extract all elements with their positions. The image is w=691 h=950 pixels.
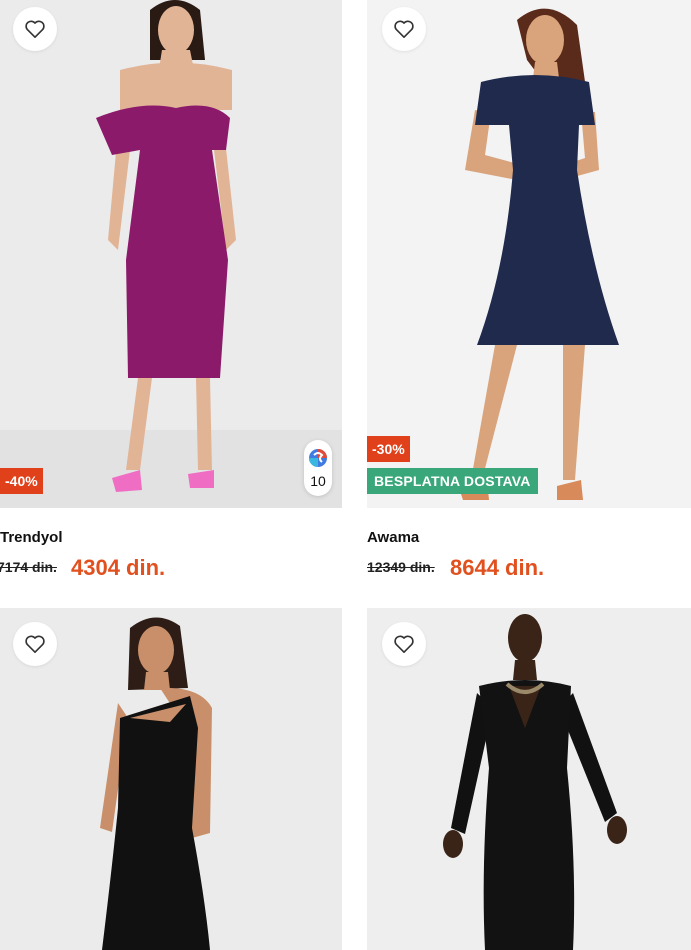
- discount-badge: -40%: [0, 468, 43, 494]
- heart-icon: [394, 635, 414, 653]
- favorite-button[interactable]: [13, 7, 57, 51]
- variants-button[interactable]: 10: [304, 440, 332, 496]
- product-brand[interactable]: Awama: [367, 529, 419, 546]
- old-price: 7174 din.: [0, 559, 57, 575]
- product-brand[interactable]: Trendyol: [0, 529, 63, 546]
- product-card[interactable]: -30% BESPLATNA DOSTAVA Awama 12349 din. …: [367, 0, 691, 600]
- favorite-button[interactable]: [382, 7, 426, 51]
- product-image[interactable]: [0, 608, 342, 950]
- product-image[interactable]: [367, 0, 691, 508]
- favorite-button[interactable]: [13, 622, 57, 666]
- heart-icon: [394, 20, 414, 38]
- sale-price: 8644 din.: [450, 555, 545, 580]
- model-photo: [0, 608, 342, 950]
- product-card[interactable]: -40% 10 Trendyol 7174 din. 4304 din.: [0, 0, 342, 600]
- product-image[interactable]: [0, 0, 342, 508]
- product-card[interactable]: [0, 608, 342, 950]
- color-swatch-icon: [309, 449, 327, 467]
- sale-price: 4304 din.: [71, 555, 166, 580]
- model-photo: [367, 0, 691, 508]
- discount-badge: -30%: [367, 436, 410, 462]
- old-price: 12349 din.: [367, 559, 435, 575]
- product-card[interactable]: [367, 608, 691, 950]
- favorite-button[interactable]: [382, 622, 426, 666]
- heart-icon: [25, 635, 45, 653]
- model-photo: [0, 0, 342, 508]
- free-shipping-badge: BESPLATNA DOSTAVA: [367, 468, 538, 494]
- variant-count: 10: [310, 473, 326, 489]
- heart-icon: [25, 20, 45, 38]
